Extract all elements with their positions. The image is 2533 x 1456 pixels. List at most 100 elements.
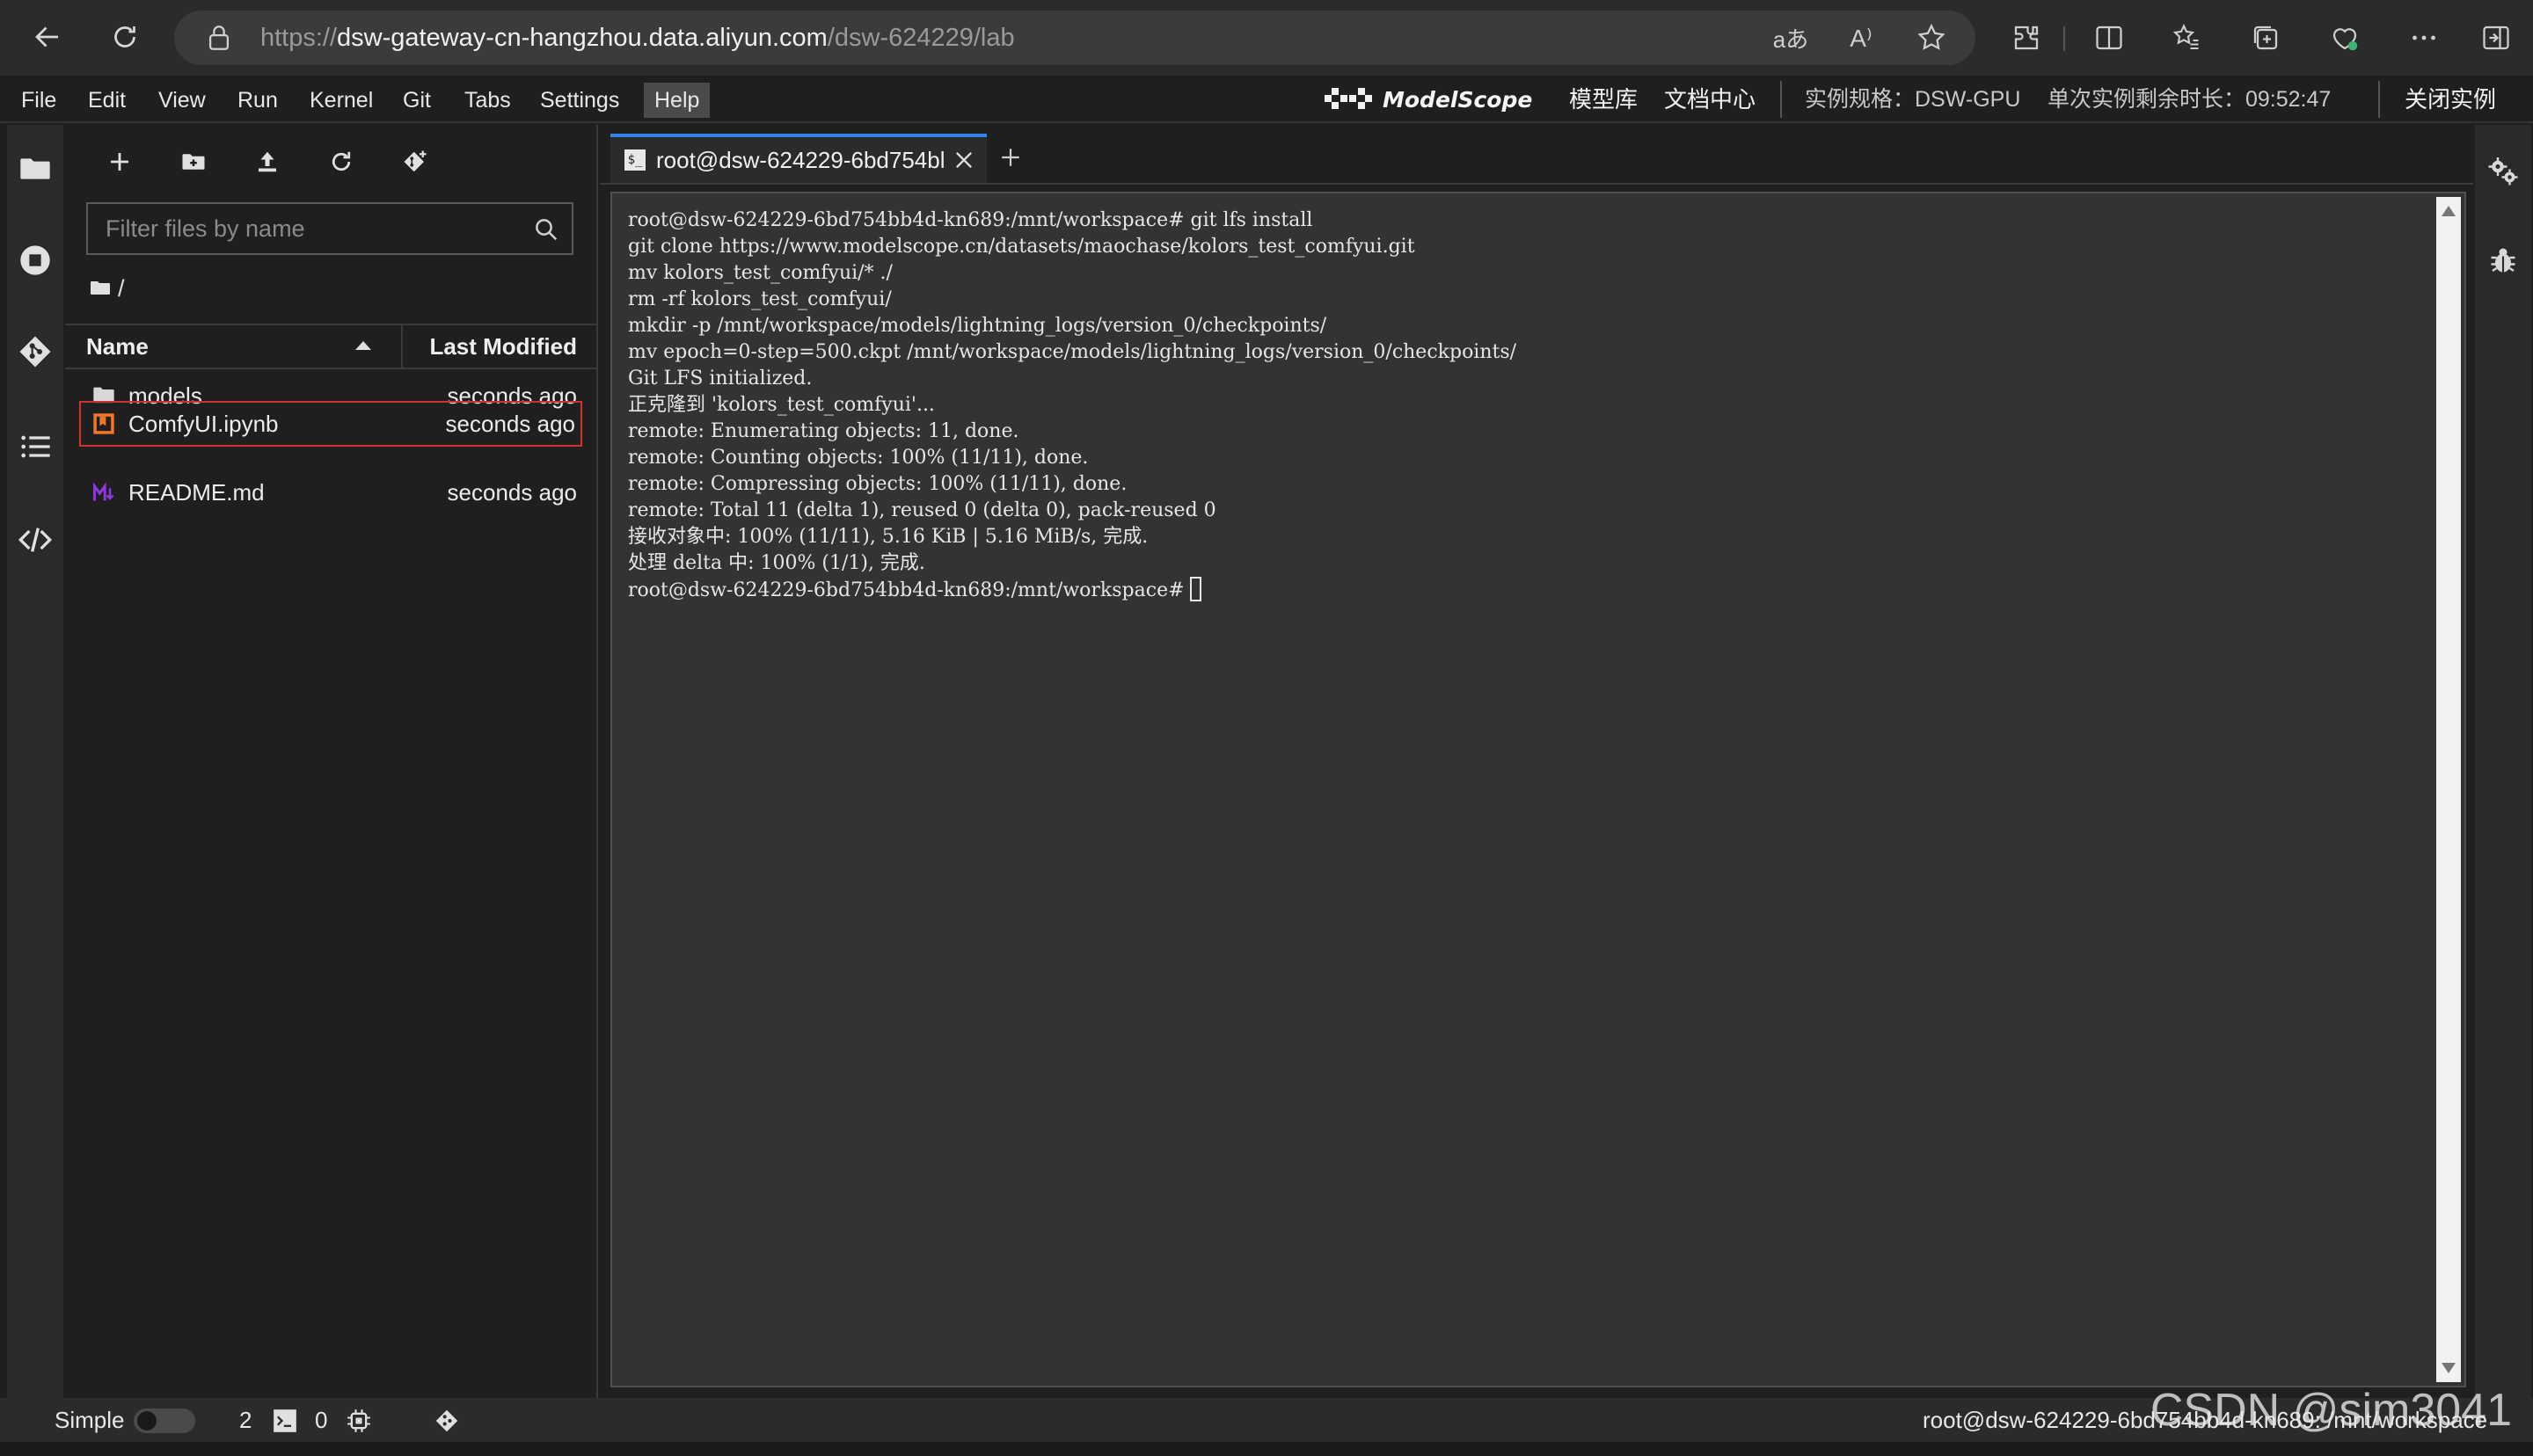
running-sessions-icon[interactable] — [18, 243, 53, 278]
file-row-readme[interactable]: README.md seconds ago — [65, 470, 596, 515]
toolbar-divider — [2063, 26, 2065, 51]
file-browser-panel: / Name Last Modified models seconds ago … — [65, 125, 598, 1398]
main-dock-area: $_ root@dsw-624229-6bd754bl root@dsw-624… — [600, 125, 2473, 1398]
menu-help[interactable]: Help — [644, 83, 711, 118]
tab-bar-divider — [600, 183, 2473, 185]
scroll-down-arrow-icon[interactable] — [2442, 1363, 2456, 1373]
new-launcher-button[interactable] — [102, 144, 137, 179]
sidebar-toggle-icon[interactable] — [2477, 18, 2515, 57]
terminal-line: mv epoch=0-step=500.ckpt /mnt/workspace/… — [628, 341, 1517, 363]
new-tab-button[interactable] — [990, 137, 1031, 178]
sort-ascending-icon — [355, 341, 371, 350]
terminal-prompt-line[interactable]: root@dsw-624229-6bd754bb4d-kn689:/mnt/wo… — [628, 577, 2429, 603]
translate-icon[interactable]: aあ — [1771, 18, 1810, 57]
kernel-chip-icon[interactable] — [347, 1409, 371, 1433]
breadcrumb[interactable]: / — [90, 273, 125, 304]
right-sidebar — [2475, 125, 2531, 1398]
instance-spec: 实例规格：DSW-GPU — [1805, 87, 2021, 112]
scroll-up-arrow-icon[interactable] — [2442, 206, 2456, 216]
folder-icon — [91, 281, 110, 295]
git-icon[interactable] — [18, 334, 53, 369]
code-snippets-icon[interactable] — [18, 522, 53, 557]
menu-view[interactable]: View — [158, 83, 206, 118]
upload-icon — [259, 151, 276, 172]
close-icon[interactable] — [952, 148, 976, 172]
file-name: README.md — [128, 479, 265, 506]
docs-center-link[interactable]: 文档中心 — [1664, 84, 1756, 114]
kernels-count[interactable]: 0 — [315, 1398, 327, 1442]
header-divider — [1780, 81, 1782, 118]
column-last-modified-header[interactable]: Last Modified — [429, 325, 577, 368]
watermark: CSDN @sim3041 — [2150, 1385, 2512, 1436]
model-library-link[interactable]: 模型库 — [1569, 84, 1638, 114]
new-folder-button[interactable] — [176, 144, 211, 179]
terminal-line: 正克隆到 'kolors_test_comfyui'... — [628, 394, 935, 416]
menu-edit[interactable]: Edit — [88, 83, 126, 118]
terminal-line: Git LFS initialized. — [628, 368, 813, 389]
menu-file[interactable]: File — [21, 83, 56, 118]
terminal-line: 接收对象中: 100% (11/11), 5.16 KiB | 5.16 MiB… — [628, 526, 1149, 548]
terminal-line: 处理 delta 中: 100% (1/1), 完成. — [628, 552, 925, 574]
search-icon[interactable] — [533, 216, 559, 243]
toggle-knob — [137, 1411, 157, 1431]
terminal-line: git clone https://www.modelscope.cn/data… — [628, 236, 1415, 258]
split-screen-icon[interactable] — [2090, 18, 2128, 57]
menu-kernel[interactable]: Kernel — [310, 83, 373, 118]
git-status-icon[interactable] — [434, 1409, 459, 1433]
reload-button[interactable] — [100, 12, 150, 62]
table-of-contents-icon[interactable] — [18, 429, 53, 464]
terminal-scrollbar[interactable] — [2436, 197, 2461, 1382]
terminal-line: mv kolors_test_comfyui/* ./ — [628, 262, 893, 284]
extensions-icon[interactable] — [2007, 18, 2046, 57]
plus-icon — [1002, 149, 1019, 166]
file-filter-input[interactable] — [88, 204, 519, 253]
modelscope-logo[interactable]: ModelScope — [1323, 84, 1532, 114]
new-folder-icon — [182, 154, 205, 170]
close-instance-button[interactable]: 关闭实例 — [2405, 84, 2496, 114]
terminal-icon[interactable] — [273, 1409, 297, 1433]
url-host: dsw-gateway-cn-hangzhou.data.aliyun.com — [337, 24, 828, 52]
debugger-bug-icon[interactable] — [2487, 244, 2519, 276]
url-path: /dsw-624229/lab — [827, 24, 1015, 52]
terminal-line: root@dsw-624229-6bd754bb4d-kn689:/mnt/wo… — [628, 209, 1313, 231]
property-inspector-gears-icon[interactable] — [2487, 155, 2519, 186]
file-filter-box — [86, 202, 573, 255]
terminals-count[interactable]: 2 — [239, 1398, 252, 1442]
menu-run[interactable]: Run — [237, 83, 278, 118]
file-name: ComfyUI.ipynb — [128, 411, 279, 437]
simple-mode-toggle[interactable] — [134, 1409, 195, 1433]
file-row-comfyui-notebook[interactable]: ComfyUI.ipynb seconds ago — [79, 401, 582, 447]
terminal-line: remote: Counting objects: 100% (11/11), … — [628, 447, 1089, 469]
git-clone-button[interactable] — [398, 144, 433, 179]
file-modified: seconds ago — [445, 411, 575, 437]
reload-icon — [114, 26, 135, 47]
url-text[interactable]: https://dsw-gateway-cn-hangzhou.data.ali… — [260, 23, 1015, 53]
tab-terminal-label: root@dsw-624229-6bd754bl — [656, 147, 945, 173]
left-activity-bar — [7, 125, 63, 1398]
menu-git[interactable]: Git — [403, 83, 431, 118]
browser-essentials-icon[interactable] — [2325, 18, 2364, 57]
favorites-icon[interactable] — [2167, 18, 2206, 57]
terminal-line: mkdir -p /mnt/workspace/models/lightning… — [628, 315, 1327, 337]
plus-icon — [111, 153, 128, 171]
menu-settings[interactable]: Settings — [540, 83, 619, 118]
terminal-icon: $_ — [624, 149, 646, 171]
more-menu-icon[interactable] — [2405, 18, 2443, 57]
back-button[interactable] — [23, 12, 72, 62]
terminal-line: remote: Enumerating objects: 11, done. — [628, 420, 1019, 442]
file-browser-tab-icon[interactable] — [18, 151, 53, 186]
read-aloud-icon[interactable]: A⁾ — [1842, 18, 1880, 57]
tab-terminal[interactable]: $_ root@dsw-624229-6bd754bl — [610, 134, 987, 183]
favorite-star-icon[interactable] — [1912, 18, 1951, 57]
simple-mode-label: Simple — [55, 1407, 125, 1433]
breadcrumb-root[interactable]: / — [118, 275, 125, 302]
file-list-header: Name Last Modified — [65, 324, 596, 369]
terminal-panel[interactable]: root@dsw-624229-6bd754bb4d-kn689:/mnt/wo… — [610, 192, 2466, 1387]
upload-button[interactable] — [250, 144, 285, 179]
menu-tabs[interactable]: Tabs — [464, 83, 511, 118]
instance-remaining-time: 单次实例剩余时长：09:52:47 — [2048, 87, 2332, 112]
arrow-left-icon — [35, 26, 58, 47]
lock-icon — [208, 25, 230, 50]
collections-icon[interactable] — [2246, 18, 2285, 57]
refresh-button[interactable] — [324, 144, 359, 179]
